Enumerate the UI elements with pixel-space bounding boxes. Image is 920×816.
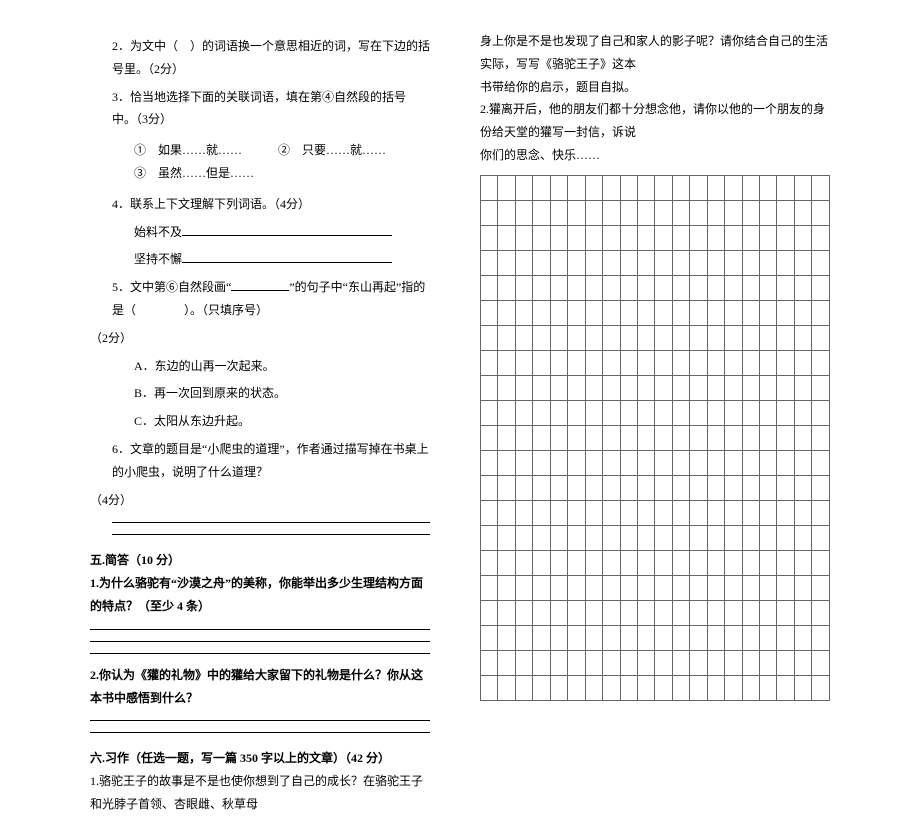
answer-line[interactable] — [90, 652, 430, 654]
blank-line[interactable] — [182, 262, 392, 263]
writing-q1-cont2: 书带给你的启示，题目自拟。 — [480, 76, 830, 99]
answer-line[interactable] — [112, 533, 430, 535]
sa-q1: 1.为什么骆驼有“沙漠之舟”的美称，你能举出多少生理结构方面的特点？（至少 4 … — [90, 572, 430, 618]
q4-b: 坚持不懈 — [134, 248, 430, 271]
answer-line[interactable] — [90, 719, 430, 721]
section-5-title: 五.简答（10 分） — [90, 549, 430, 572]
q3-options: ① 如果……就…… ② 只要……就…… ③ 虽然……但是…… — [134, 139, 430, 185]
q2: 2．为文中（ ）的词语换一个意思相近的词，写在下边的括号里。（2分） — [112, 35, 430, 81]
section-6-title: 六.习作（任选一题，写一篇 350 字以上的文章）（42 分） — [90, 747, 430, 770]
writing-q1-cont: 身上你是不是也发现了自己和家人的影子呢？请你结合自己的生活实际，写写《骆驼王子》… — [480, 30, 830, 76]
answer-line[interactable] — [112, 521, 430, 523]
writing-q1: 1.骆驼王子的故事是不是也使你想到了自己的成长？在骆驼王子和光脖子首领、杏眼雌、… — [90, 770, 430, 816]
q4: 4．联系上下文理解下列词语。（4分） — [112, 193, 430, 216]
q5: 5．文中第⑥自然段画“”的句子中“东山再起”指的是（ ）。（只填序号） — [112, 276, 430, 322]
composition-grid[interactable] — [480, 175, 830, 701]
q4-a: 始料不及 — [134, 221, 430, 244]
q3: 3．恰当地选择下面的关联词语，填在第④自然段的括号中。（3分） — [112, 86, 430, 132]
writing-q2: 2.獾离开后，他的朋友们都十分想念他，请你以他的一个朋友的身份给天堂的獾写一封信… — [480, 98, 830, 144]
answer-line[interactable] — [90, 640, 430, 642]
q5-opt-c: C．太阳从东边升起。 — [134, 410, 430, 433]
q5-tail: （2分） — [90, 327, 430, 350]
q5-opt-b: B．再一次回到原来的状态。 — [134, 382, 430, 405]
blank-inline[interactable] — [231, 290, 289, 291]
sa-q2: 2.你认为《獾的礼物》中的獾给大家留下的礼物是什么？你从这本书中感悟到什么？ — [90, 664, 430, 710]
answer-line[interactable] — [90, 628, 430, 630]
q6-tail: （4分） — [90, 489, 430, 512]
q6: 6．文章的题目是“小爬虫的道理”，作者通过描写掉在书桌上的小爬虫，说明了什么道理… — [112, 438, 430, 484]
blank-line[interactable] — [182, 235, 392, 236]
q5-opt-a: A．东边的山再一次起来。 — [134, 355, 430, 378]
answer-line[interactable] — [90, 731, 430, 733]
writing-q2-cont: 你们的思念、快乐…… — [480, 144, 830, 167]
